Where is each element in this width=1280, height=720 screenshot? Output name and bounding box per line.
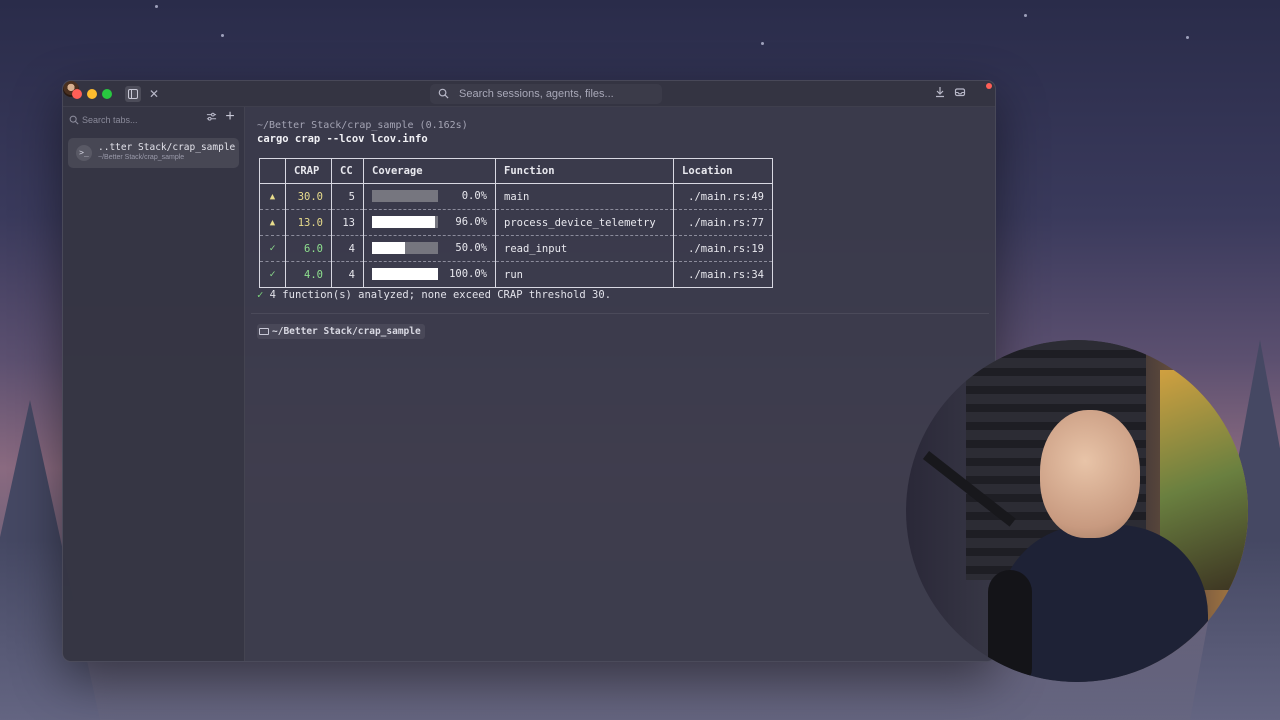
function-name: main <box>495 183 674 210</box>
coverage-cell: 0.0% <box>363 183 496 210</box>
cyclomatic-complexity: 4 <box>331 235 364 262</box>
function-name: read_input <box>495 235 674 262</box>
function-column-header: Function <box>495 158 674 184</box>
global-search[interactable]: Search sessions, agents, files... <box>430 84 662 104</box>
status-check-icon: ✓ <box>259 261 286 288</box>
coverage-percent: 0.0% <box>461 190 487 202</box>
folder-icon <box>259 328 269 335</box>
coverage-percent: 50.0% <box>455 242 487 254</box>
coverage-percent: 100.0% <box>449 268 487 280</box>
coverage-percent: 96.0% <box>455 216 487 228</box>
tab-search-input[interactable]: Search tabs... <box>69 112 189 128</box>
coverage-bar-fill <box>372 268 438 280</box>
summary-text: 4 function(s) analyzed; none exceed CRAP… <box>269 289 612 301</box>
cyclomatic-complexity: 4 <box>331 261 364 288</box>
function-location: ./main.rs:34 <box>673 261 773 288</box>
search-icon <box>438 88 449 99</box>
location-column-header: Location <box>673 158 773 184</box>
zoom-window-button[interactable] <box>102 89 112 99</box>
tools-button[interactable]: ✕ <box>146 86 162 102</box>
terminal-output[interactable]: ~/Better Stack/crap_sample (0.162s) carg… <box>245 107 995 661</box>
status-warning-icon: ▲ <box>259 209 286 236</box>
coverage-bar-fill <box>372 216 436 228</box>
coverage-bar <box>372 190 438 202</box>
coverage-cell: 50.0% <box>363 235 496 262</box>
status-warning-icon: ▲ <box>259 183 286 210</box>
function-name: process_device_telemetry <box>495 209 674 236</box>
plus-icon: + <box>225 108 235 125</box>
output-divider <box>251 313 989 314</box>
table-row: ✓ 4.0 4 100.0% run ./main.rs:34 <box>259 261 773 288</box>
inbox-button[interactable] <box>952 86 968 102</box>
crap-score: 4.0 <box>285 261 332 288</box>
table-row: ▲ 13.0 13 96.0% process_device_telemetry… <box>259 209 773 236</box>
crap-column-header: CRAP <box>285 158 332 184</box>
coverage-cell: 96.0% <box>363 209 496 236</box>
coverage-column-header: Coverage <box>363 158 496 184</box>
function-location: ./main.rs:77 <box>673 209 773 236</box>
coverage-bar <box>372 216 438 228</box>
sidebar-tab-path: ~/Better Stack/crap_sample <box>98 154 185 161</box>
crap-score: 13.0 <box>285 209 332 236</box>
webcam-person-head <box>1040 410 1140 538</box>
cyclomatic-complexity: 13 <box>331 209 364 236</box>
sliders-icon <box>206 112 216 121</box>
summary-check-icon: ✓ <box>257 289 264 301</box>
background-star <box>1024 14 1027 17</box>
close-window-button[interactable] <box>72 89 82 99</box>
background-star <box>221 34 224 37</box>
inbox-icon <box>954 88 966 97</box>
titlebar: ✕ Search sessions, agents, files... <box>63 81 995 107</box>
crap-score: 6.0 <box>285 235 332 262</box>
function-name: run <box>495 261 674 288</box>
webcam-overlay <box>906 340 1248 682</box>
terminal-window: ✕ Search sessions, agents, files... Sear… <box>62 80 996 662</box>
notification-badge <box>986 83 992 89</box>
new-tab-button[interactable]: + <box>222 109 238 125</box>
cc-column-header: CC <box>331 158 364 184</box>
analysis-summary: ✓ 4 function(s) analyzed; none exceed CR… <box>257 289 611 301</box>
function-location: ./main.rs:49 <box>673 183 773 210</box>
prompt-path: ~/Better Stack/crap_sample <box>272 326 421 337</box>
terminal-icon: >_ <box>76 145 92 161</box>
coverage-cell: 100.0% <box>363 261 496 288</box>
background-star <box>1186 36 1189 39</box>
search-icon <box>69 115 79 125</box>
webcam-microphone <box>988 570 1032 682</box>
coverage-bar <box>372 242 438 254</box>
background-star <box>761 42 764 45</box>
sidebar-icon <box>128 89 138 99</box>
minimize-window-button[interactable] <box>87 89 97 99</box>
sidebar-tab-crap-sample[interactable]: >_ ..tter Stack/crap_sample ~/Better Sta… <box>68 138 239 168</box>
tools-icon: ✕ <box>148 87 160 101</box>
crap-score: 30.0 <box>285 183 332 210</box>
background-star <box>155 5 158 8</box>
download-icon <box>936 87 944 98</box>
status-check-icon: ✓ <box>259 235 286 262</box>
coverage-bar-fill <box>372 242 405 254</box>
tab-search-placeholder: Search tabs... <box>82 115 138 125</box>
sidebar-tab-name: ..tter Stack/crap_sample <box>98 142 236 153</box>
prompt-directory[interactable]: ~/Better Stack/crap_sample <box>257 324 425 339</box>
filter-tabs-button[interactable] <box>204 111 218 125</box>
sidebar-toggle-button[interactable] <box>125 86 141 102</box>
crap-table: CRAP CC Coverage Function Location ▲ 30.… <box>259 158 773 288</box>
cyclomatic-complexity: 5 <box>331 183 364 210</box>
table-row: ✓ 6.0 4 50.0% read_input ./main.rs:19 <box>259 235 773 262</box>
download-button[interactable] <box>932 86 948 102</box>
function-location: ./main.rs:19 <box>673 235 773 262</box>
sidebar: Search tabs... + >_ ..tter Stack/crap_sa… <box>63 107 245 661</box>
table-header-row: CRAP CC Coverage Function Location <box>259 158 773 184</box>
global-search-placeholder: Search sessions, agents, files... <box>459 88 614 100</box>
coverage-bar <box>372 268 438 280</box>
command-text: cargo crap --lcov lcov.info <box>257 133 428 145</box>
command-cwd: ~/Better Stack/crap_sample (0.162s) <box>257 120 468 131</box>
status-column-header <box>259 158 286 184</box>
table-row: ▲ 30.0 5 0.0% main ./main.rs:49 <box>259 183 773 210</box>
